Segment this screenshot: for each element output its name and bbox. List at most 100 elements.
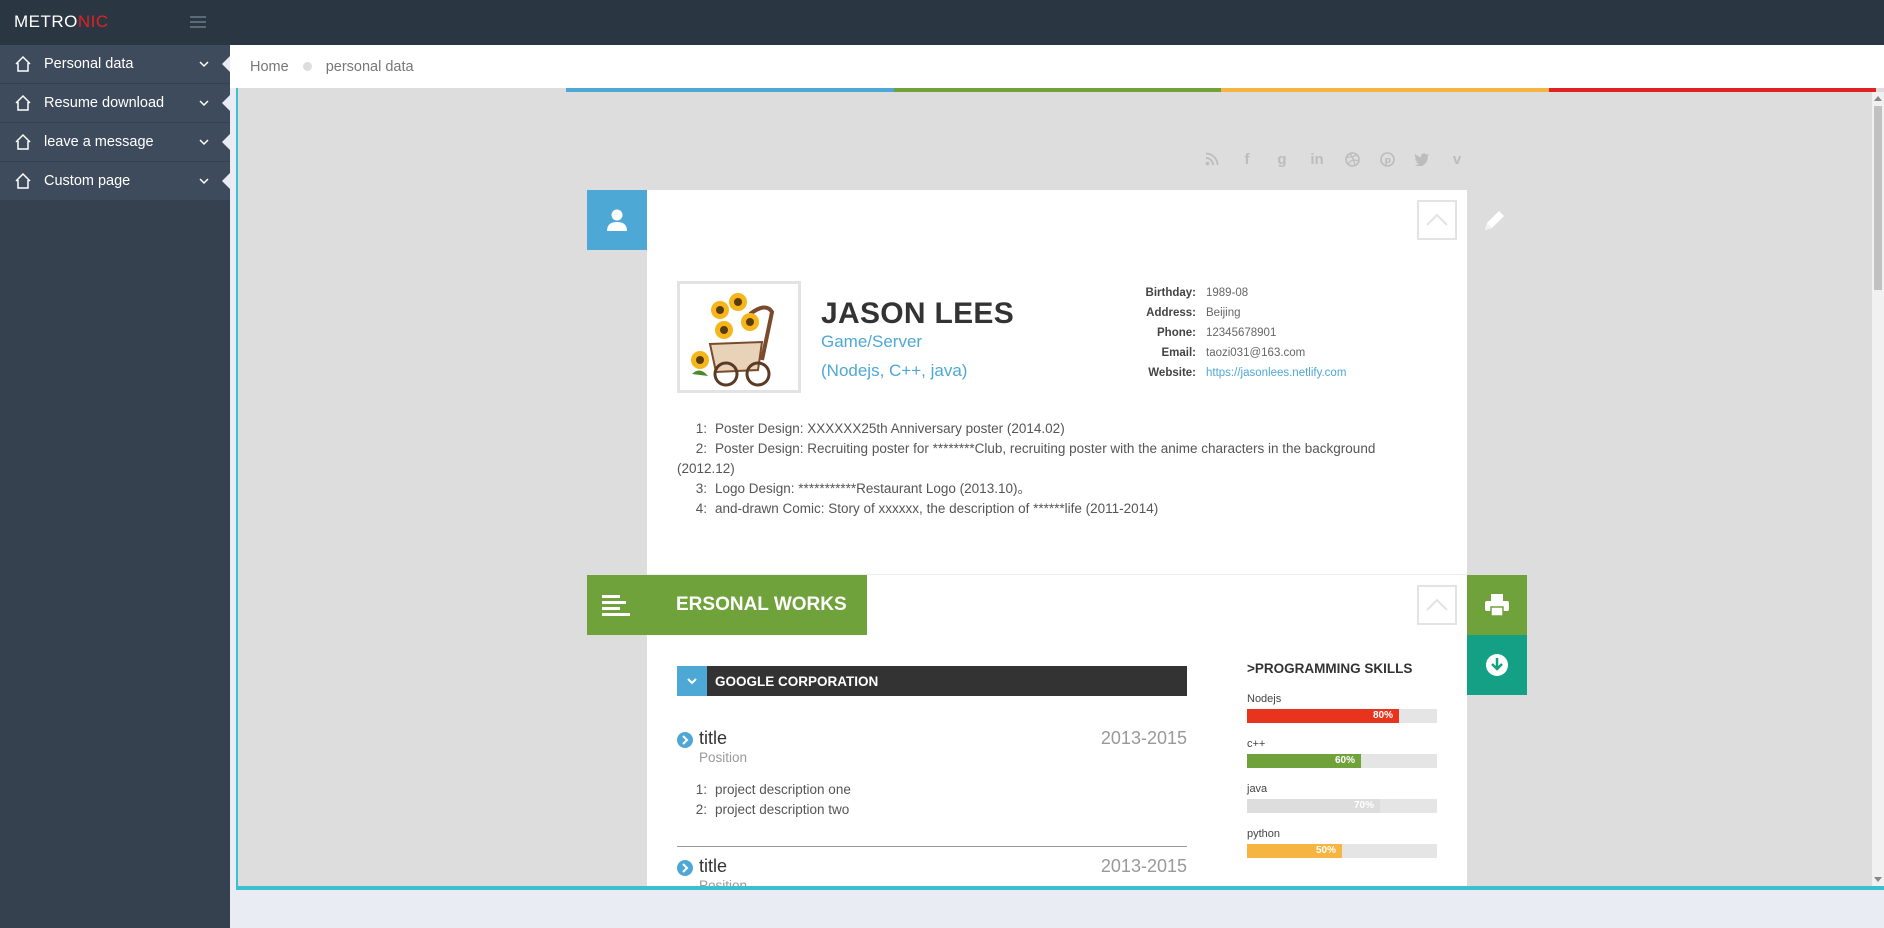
skill-percent: 60%	[1335, 755, 1356, 766]
list-number: 2:	[695, 802, 707, 817]
skill-name: c++	[1247, 738, 1266, 750]
skill-percent: 50%	[1316, 845, 1337, 856]
company-name: GOOGLE CORPORATION	[715, 673, 879, 689]
skill-name: Nodejs	[1247, 693, 1282, 705]
info-key: Address:	[1146, 307, 1196, 319]
works-section-tab	[587, 575, 647, 635]
info-key: Website:	[1148, 367, 1196, 379]
social-links: f g in p v	[1203, 150, 1466, 168]
info-value: 12345678901	[1206, 327, 1277, 339]
chevron-down-icon	[199, 100, 209, 107]
color-bar-yellow	[1221, 88, 1549, 92]
sidebar-item-personal-data[interactable]: Personal data	[0, 45, 230, 84]
active-notch	[222, 95, 230, 111]
twitter-icon[interactable]	[1413, 150, 1431, 168]
dribbble-icon[interactable]	[1343, 150, 1361, 168]
chevron-up-icon	[1426, 213, 1448, 226]
job-descriptions: 1: project description one 2: project desc…	[677, 780, 851, 820]
color-bar-green	[893, 88, 1221, 92]
list-text: Poster Design: XXXXXX25th Anniversary po…	[715, 421, 1065, 436]
home-icon	[15, 55, 31, 72]
info-value: 1989-08	[1206, 287, 1249, 299]
skill-percent: 80%	[1373, 710, 1394, 721]
scrollbar-thumb[interactable]	[1874, 106, 1882, 290]
home-icon	[15, 172, 31, 189]
vertical-scrollbar[interactable]	[1872, 92, 1884, 886]
sidebar-item-label: Custom page	[44, 173, 131, 189]
pinterest-icon[interactable]: p	[1378, 150, 1396, 168]
expand-company-button[interactable]	[677, 666, 707, 696]
info-row-email: Email: taozi031@163.com	[1118, 343, 1346, 363]
skill-name: python	[1247, 828, 1281, 840]
breadcrumb-current: personal data	[325, 58, 414, 75]
download-button[interactable]	[1467, 635, 1527, 695]
job-years: 2013-2015	[1100, 728, 1187, 748]
list-item: 2: Poster Design: Recruiting poster for *…	[677, 439, 1417, 479]
google-plus-icon[interactable]: g	[1273, 150, 1291, 168]
list-text: Logo Design: ***********Restaurant Logo …	[715, 481, 1031, 496]
list-item: 2: project description two	[677, 800, 851, 820]
print-button[interactable]	[1467, 575, 1527, 635]
color-bar	[566, 88, 1876, 92]
job-entry: title 2013-2015 Position 1: project descr…	[677, 728, 1187, 828]
list-number: 2:	[695, 441, 707, 456]
scroll-down-icon[interactable]	[1874, 877, 1882, 882]
profile-role: Game/Server	[821, 332, 923, 351]
sidebar-item-custom-page[interactable]: Custom page	[0, 162, 230, 201]
job-years: 2013-2015	[1100, 856, 1187, 876]
sidebar-item-leave-message[interactable]: leave a message	[0, 123, 230, 162]
profile-stack: (Nodejs, C++, java)	[821, 361, 968, 380]
chevron-up-icon	[1426, 598, 1448, 611]
scroll-up-icon[interactable]	[1874, 96, 1882, 101]
download-circle-icon	[1486, 654, 1508, 676]
collapse-works-button[interactable]	[1417, 585, 1457, 625]
skill-item: python 50%	[1247, 828, 1437, 873]
logo-accent-text: NIC	[77, 12, 109, 31]
sidebar-item-resume-download[interactable]: Resume download	[0, 84, 230, 123]
job-position: Position	[699, 878, 748, 890]
info-row-website: Website: https://jasonlees.netlify.com	[1118, 363, 1346, 383]
list-item: 1: project description one	[677, 780, 851, 800]
list-text: project description two	[715, 802, 850, 817]
website-link[interactable]: https://jasonlees.netlify.com	[1206, 367, 1346, 379]
skill-item: Nodejs 80%	[1247, 693, 1437, 738]
menu-toggle-icon[interactable]	[190, 16, 206, 28]
list-item: 3: Logo Design: ***********Restaurant Log…	[677, 479, 1417, 499]
align-left-icon	[602, 595, 630, 616]
app-logo[interactable]: METRONIC	[14, 12, 109, 32]
skills-heading: >PROGRAMMING SKILLS	[1247, 661, 1413, 676]
linkedin-icon[interactable]: in	[1308, 150, 1326, 168]
collapse-profile-button[interactable]	[1417, 200, 1457, 240]
profile-name: JASON LEES	[821, 297, 1015, 330]
skill-progress-track: 50%	[1247, 844, 1437, 858]
chevron-down-icon	[199, 61, 209, 68]
home-icon	[15, 133, 31, 150]
breadcrumb-home-link[interactable]: Home	[250, 59, 289, 75]
skill-percent: 70%	[1354, 800, 1375, 811]
user-icon	[607, 209, 627, 231]
profile-photo	[677, 281, 801, 393]
color-bar-red	[1548, 88, 1876, 92]
rss-icon[interactable]	[1203, 150, 1221, 168]
info-key: Phone:	[1157, 327, 1196, 339]
home-icon	[15, 94, 31, 111]
job-position: Position	[699, 750, 748, 765]
vimeo-icon[interactable]: v	[1448, 150, 1466, 168]
job-title: title	[699, 728, 728, 748]
job-separator	[677, 846, 1187, 847]
sidebar-item-label: Resume download	[44, 95, 165, 111]
chevron-right-circle-icon	[677, 732, 693, 748]
job-entry: title 2013-2015 Position	[677, 856, 1187, 890]
edit-button[interactable]	[1481, 208, 1507, 234]
skill-progress-track: 80%	[1247, 709, 1437, 723]
skill-progress-track: 60%	[1247, 754, 1437, 768]
svg-text:p: p	[1384, 156, 1391, 166]
facebook-icon[interactable]: f	[1238, 150, 1256, 168]
profile-info: Birthday: 1989-08 Address: Beijing Phone: 1…	[1118, 283, 1347, 383]
list-number: 3:	[695, 481, 707, 496]
skills-panel: >PROGRAMMING SKILLS Nodejs 80% c++ 60% java 7…	[1247, 661, 1437, 873]
list-number: 4:	[695, 501, 707, 516]
list-text: project description one	[715, 782, 851, 797]
list-item: 4: and-drawn Comic: Story of xxxxxx, the …	[677, 499, 1417, 519]
info-row-birthday: Birthday: 1989-08	[1118, 283, 1346, 303]
